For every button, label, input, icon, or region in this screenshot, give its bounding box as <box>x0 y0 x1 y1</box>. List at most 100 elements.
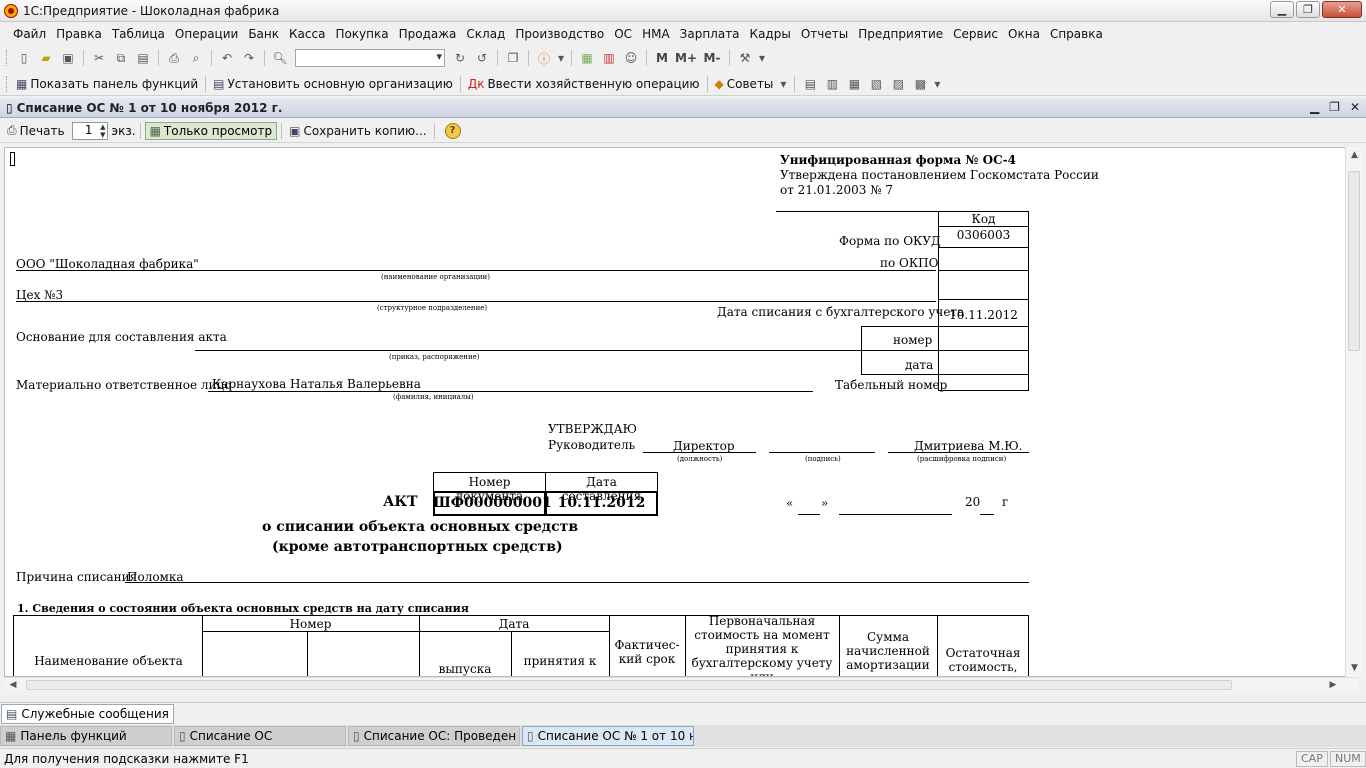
new-document-icon[interactable]: ▯ <box>15 49 33 67</box>
users-icon[interactable]: ☺ <box>622 49 640 67</box>
search-icon[interactable]: 🔍︎ <box>271 49 289 67</box>
document-icon: ▯ <box>353 729 360 743</box>
windows-icon[interactable]: ❐ <box>504 49 522 67</box>
service-messages-button[interactable]: ▤ Служебные сообщения <box>1 704 174 724</box>
report-icon-4[interactable]: ▧ <box>867 75 885 93</box>
menu-edit[interactable]: Правка <box>51 27 107 41</box>
cut-icon[interactable]: ✂ <box>90 49 108 67</box>
enter-operation-button[interactable]: Дк Ввести хозяйственную операцию <box>465 77 703 91</box>
vertical-scrollbar[interactable]: ▲ ▼ <box>1345 147 1362 677</box>
open-folder-icon[interactable]: ▰ <box>37 49 55 67</box>
tools-dropdown-icon[interactable]: ▾ <box>758 49 766 67</box>
help-icon[interactable]: ? <box>444 122 461 139</box>
save-copy-button[interactable]: ▣ Сохранить копию... <box>286 124 429 138</box>
menu-windows[interactable]: Окна <box>1003 27 1045 41</box>
mol-label: Материально ответственное лицо <box>16 378 232 392</box>
save-icon[interactable]: ▣ <box>59 49 77 67</box>
scroll-left-icon[interactable]: ◀ <box>6 678 20 692</box>
menu-enterprise[interactable]: Предприятие <box>853 27 948 41</box>
calendar-icon[interactable]: ▥ <box>600 49 618 67</box>
vertical-scroll-thumb[interactable] <box>1348 171 1360 351</box>
calculator-icon[interactable]: ▦ <box>578 49 596 67</box>
tips-label: Советы <box>726 76 774 91</box>
menu-help[interactable]: Справка <box>1045 27 1108 41</box>
info-dropdown-icon[interactable]: ▾ <box>557 49 565 67</box>
menu-hr[interactable]: Кадры <box>745 27 796 41</box>
task-writeoff-list[interactable]: ▯ Списание ОС <box>174 726 346 746</box>
menu-fixed-assets[interactable]: ОС <box>609 27 637 41</box>
year-prefix: 20 <box>965 495 981 509</box>
menu-table[interactable]: Таблица <box>107 27 170 41</box>
scroll-down-icon[interactable]: ▼ <box>1346 660 1363 677</box>
window-title: 1С:Предприятие - Шоколадная фабрика <box>23 3 280 18</box>
panel-icon: ▦ <box>5 729 17 743</box>
menu-purchase[interactable]: Покупка <box>330 27 393 41</box>
tools-icon[interactable]: ⚒ <box>736 49 754 67</box>
readonly-toggle[interactable]: ▦ Только просмотр <box>144 121 278 140</box>
toolbar-grip[interactable] <box>6 50 9 66</box>
memory-minus-button[interactable]: M- <box>701 49 723 67</box>
horizontal-scrollbar[interactable]: ◀ ▶ <box>4 677 1358 691</box>
menu-production[interactable]: Производство <box>510 27 609 41</box>
organization-icon: ▤ <box>213 76 225 91</box>
menu-salary[interactable]: Зарплата <box>675 27 745 41</box>
copies-spinner[interactable]: ▲ ▼ <box>100 123 105 139</box>
head-position: Директор <box>673 439 735 453</box>
task-functions-panel[interactable]: ▦ Панель функций <box>0 726 172 746</box>
tips-button[interactable]: ◆ Советы <box>712 77 777 91</box>
copies-value: 1 <box>84 122 93 137</box>
search-combo[interactable] <box>295 49 445 67</box>
menu-sales[interactable]: Продажа <box>394 27 462 41</box>
code-header: Код <box>971 212 996 226</box>
menu-bar: Файл Правка Таблица Операции Банк Касса … <box>0 23 1366 45</box>
report-icon-3[interactable]: ▦ <box>845 75 863 93</box>
more-dropdown-icon[interactable]: ▾ <box>933 75 941 93</box>
task-writeoff-print[interactable]: ▯Списание ОС № 1 от 10 ноя... <box>522 726 694 746</box>
memory-plus-button[interactable]: M+ <box>675 49 697 67</box>
readonly-icon: ▦ <box>149 123 161 138</box>
copy-icon[interactable]: ⧉ <box>112 49 130 67</box>
printable-form[interactable]: Унифицированная форма № ОС-4 Утверждена … <box>4 147 1358 677</box>
organization-caption: (наименование организации) <box>381 273 490 281</box>
set-main-org-button[interactable]: ▤ Установить основную организацию <box>210 77 456 91</box>
print-icon[interactable]: ⎙ <box>165 49 183 67</box>
menu-cash[interactable]: Касса <box>284 27 330 41</box>
info-icon[interactable]: ⓘ <box>535 49 553 67</box>
print-button[interactable]: ⎙ Печать <box>4 123 68 138</box>
basis-caption: (приказ, распоряжение) <box>389 353 480 361</box>
report-icon-2[interactable]: ▥ <box>823 75 841 93</box>
memory-m-button[interactable]: M <box>653 49 671 67</box>
doc-restore-button[interactable]: ❐ <box>1329 100 1340 114</box>
tips-dropdown-icon[interactable]: ▾ <box>778 75 788 93</box>
undo-icon[interactable]: ↶ <box>218 49 236 67</box>
doc-minimize-button[interactable]: ▁ <box>1310 100 1319 114</box>
scroll-right-icon[interactable]: ▶ <box>1326 678 1340 692</box>
horizontal-scroll-thumb[interactable] <box>26 680 1232 690</box>
col-accepted-header: принятия к <box>523 654 597 668</box>
menu-bank[interactable]: Банк <box>243 27 284 41</box>
scroll-up-icon[interactable]: ▲ <box>1346 147 1363 164</box>
menu-file[interactable]: Файл <box>8 27 51 41</box>
doc-close-button[interactable]: ✕ <box>1350 100 1360 114</box>
find-next-icon[interactable]: ↻ <box>451 49 469 67</box>
menu-reports[interactable]: Отчеты <box>796 27 853 41</box>
copies-input[interactable]: 1 ▲ ▼ <box>71 121 108 140</box>
minimize-button[interactable]: ▁ <box>1270 1 1294 18</box>
redo-icon[interactable]: ↷ <box>240 49 258 67</box>
close-button[interactable]: ✕ <box>1322 1 1362 18</box>
print-preview-icon[interactable]: ⌕ <box>187 49 205 67</box>
maximize-button[interactable]: ❐ <box>1296 1 1320 18</box>
menu-warehouse[interactable]: Склад <box>461 27 510 41</box>
report-icon-1[interactable]: ▤ <box>801 75 819 93</box>
menu-intangibles[interactable]: НМА <box>637 27 675 41</box>
toolbar-grip[interactable] <box>6 75 9 92</box>
task-writeoff-posted[interactable]: ▯ Списание ОС: Проведен <box>348 726 520 746</box>
menu-operations[interactable]: Операции <box>170 27 243 41</box>
report-icon-5[interactable]: ▨ <box>889 75 907 93</box>
report-icon-6[interactable]: ▩ <box>911 75 929 93</box>
menu-service[interactable]: Сервис <box>948 27 1003 41</box>
paste-icon[interactable]: ▤ <box>134 49 152 67</box>
find-prev-icon[interactable]: ↺ <box>473 49 491 67</box>
show-functions-panel-button[interactable]: ▦ Показать панель функций <box>13 77 201 91</box>
standard-toolbar: ▯ ▰ ▣ ✂ ⧉ ▤ ⎙ ⌕ ↶ ↷ 🔍︎ ↻ ↺ ❐ ⓘ ▾ ▦ ▥ ☺ M… <box>0 46 1366 70</box>
